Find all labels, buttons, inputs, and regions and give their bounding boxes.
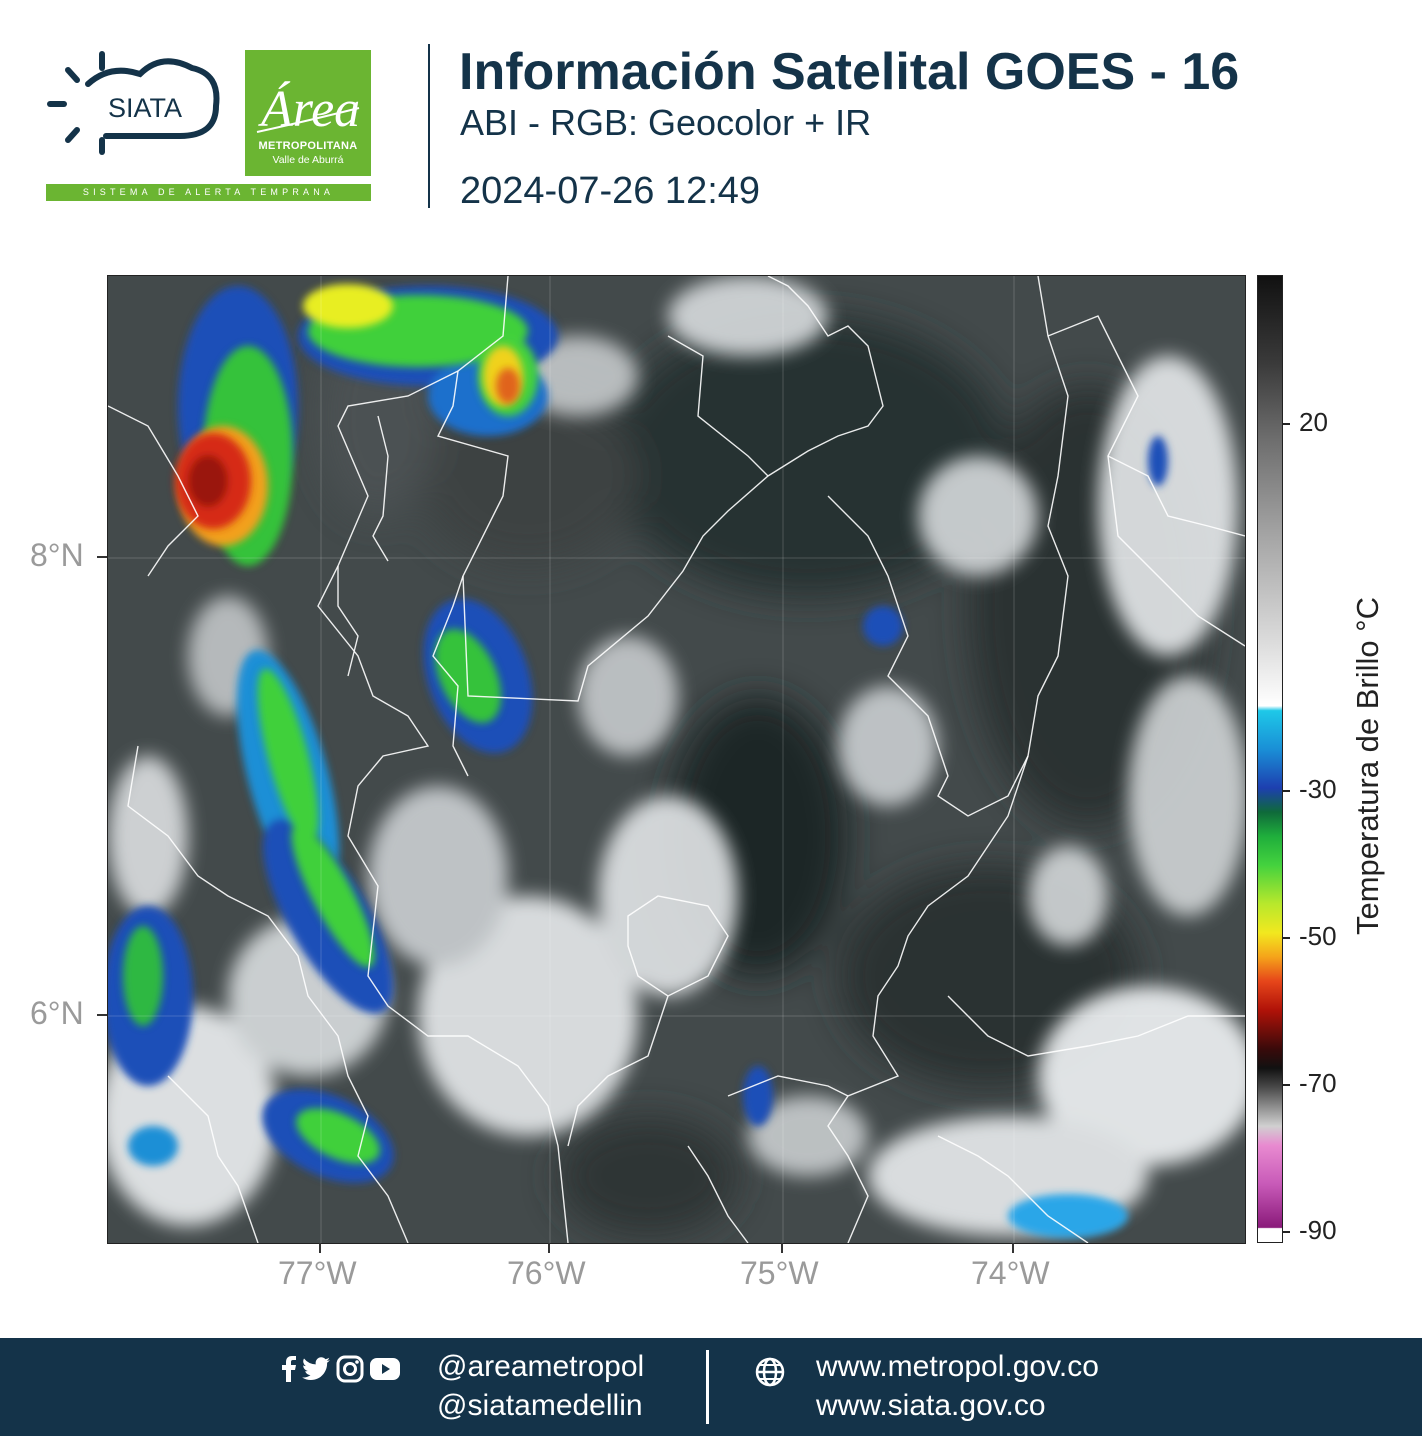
website-link-siata[interactable]: www.siata.gov.co — [816, 1389, 1046, 1423]
header-divider — [428, 44, 430, 208]
lon-label-75w: 75°W — [740, 1255, 819, 1291]
website-link-metropol[interactable]: www.metropol.gov.co — [816, 1350, 1099, 1384]
lat-label-6n: 6°N — [30, 995, 84, 1031]
colorbar-tick — [1282, 423, 1290, 425]
lon-tick-75w — [781, 1243, 783, 1253]
colorbar-tick — [1282, 1084, 1290, 1086]
twitter-icon[interactable] — [302, 1357, 330, 1381]
temperature-colorbar — [1257, 275, 1283, 1243]
social-icons — [282, 1355, 400, 1383]
colorbar-label: -90 — [1299, 1215, 1337, 1245]
satellite-map — [107, 275, 1246, 1244]
footer-divider — [706, 1350, 709, 1424]
lat-tick-6n — [97, 1014, 107, 1016]
lon-label-74w: 74°W — [971, 1255, 1050, 1291]
lon-tick-77w — [319, 1243, 321, 1253]
area-metropolitana-logo: Área METROPOLITANA Valle de Aburrá — [245, 50, 371, 176]
social-handle-1[interactable]: @areametropol — [437, 1350, 644, 1384]
lon-label-76w: 76°W — [507, 1255, 586, 1291]
colorbar-title: Temperatura de Brillo °C — [1350, 596, 1385, 936]
youtube-icon[interactable] — [370, 1358, 400, 1380]
colorbar-label: 20 — [1299, 407, 1328, 437]
colorbar-tick — [1282, 790, 1290, 792]
area-logo-line2: Valle de Aburrá — [272, 154, 344, 166]
page-title: Información Satelital GOES - 16 — [459, 43, 1240, 101]
social-handle-2[interactable]: @siatamedellin — [437, 1389, 643, 1423]
lat-label-8n: 8°N — [30, 537, 84, 573]
siata-wordmark: SIATA — [108, 93, 182, 123]
instagram-icon[interactable] — [336, 1355, 364, 1383]
colorbar-tick — [1282, 937, 1290, 939]
lon-label-77w: 77°W — [278, 1255, 357, 1291]
page-subtitle: ABI - RGB: Geocolor + IR — [460, 102, 872, 143]
siata-tagline: SISTEMA DE ALERTA TEMPRANA — [46, 184, 371, 201]
globe-icon — [755, 1357, 785, 1387]
siata-logo: SIATA — [40, 44, 230, 174]
image-timestamp: 2024-07-26 12:49 — [460, 170, 761, 212]
lat-tick-8n — [97, 556, 107, 558]
lon-tick-74w — [1012, 1243, 1014, 1253]
lon-tick-76w — [548, 1243, 550, 1253]
area-logo-line1: METROPOLITANA — [258, 140, 358, 152]
colorbar-tick — [1282, 1231, 1290, 1233]
colorbar-label: -50 — [1299, 921, 1337, 951]
colorbar-label: -70 — [1299, 1068, 1337, 1098]
footer: @areametropol @siatamedellin www.metropo… — [0, 1338, 1422, 1436]
colorbar-label: -30 — [1299, 774, 1337, 804]
facebook-icon[interactable] — [282, 1356, 296, 1382]
